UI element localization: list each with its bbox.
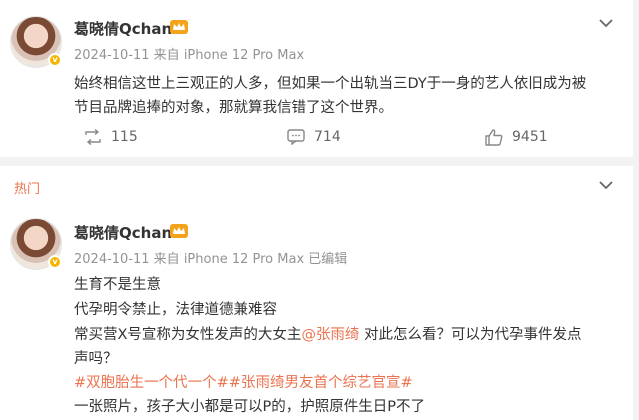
verified-badge-icon: v [48, 255, 62, 269]
repost-button[interactable]: 115 [84, 126, 138, 148]
text-segment: 对此怎么看？可以为代孕事件发点 [359, 327, 582, 343]
post-meta: 2024-10-11 来自 iPhone 12 Pro Max [74, 48, 305, 63]
section-label-hot: 热门 [14, 182, 41, 197]
crown-icon [170, 224, 188, 238]
repost-icon [85, 129, 101, 145]
repost-count: 115 [111, 129, 138, 145]
post-text-line: 常买营X号宣称为女性发声的大女主@张雨绮 对此怎么看？可以为代孕事件发点 [74, 323, 582, 347]
post-text-line: 一张照片，孩子大小都是可以P的，护照原件生日P不了 [74, 399, 425, 415]
username[interactable]: 葛晓倩Qchan [74, 222, 172, 243]
post-text-line: 始终相信这世上三观正的人多，但如果一个出轨当三DY于一身的艺人依旧成为被 [74, 76, 587, 92]
comment-count: 714 [314, 129, 341, 145]
chevron-down-icon[interactable] [598, 18, 614, 28]
like-icon [485, 128, 503, 146]
chevron-down-icon[interactable] [598, 180, 614, 190]
hashtag-links[interactable]: #双胞胎生一个代一个##张雨绮男友首个综艺官宣# [74, 371, 413, 395]
post-text-line: 声吗？ [74, 351, 118, 367]
post-text-line: 生育不是生意 [74, 277, 161, 293]
post-card: v 葛晓倩Qchan 2024-10-11 来自 iPhone 12 Pro M… [0, 0, 633, 157]
comment-button[interactable]: 714 [287, 126, 341, 148]
crown-icon [170, 20, 188, 34]
user-mention-link[interactable]: @张雨绮 [301, 327, 359, 343]
like-button[interactable]: 9451 [485, 126, 548, 148]
like-count: 9451 [512, 129, 548, 145]
text-segment: 常买营X号宣称为女性发声的大女主 [74, 327, 302, 343]
post-text-line: 代孕明令禁止，法律道德兼难容 [74, 302, 277, 318]
post-text-line: 节目品牌追捧的对象，那就算我信错了这个世界。 [74, 100, 393, 116]
verified-badge-icon: v [48, 53, 62, 67]
comment-icon [287, 129, 305, 145]
post-card: v 葛晓倩Qchan 2024-10-11 来自 iPhone 12 Pro M… [0, 166, 633, 420]
username[interactable]: 葛晓倩Qchan [74, 18, 172, 39]
post-meta: 2024-10-11 来自 iPhone 12 Pro Max 已编辑 [74, 252, 348, 267]
